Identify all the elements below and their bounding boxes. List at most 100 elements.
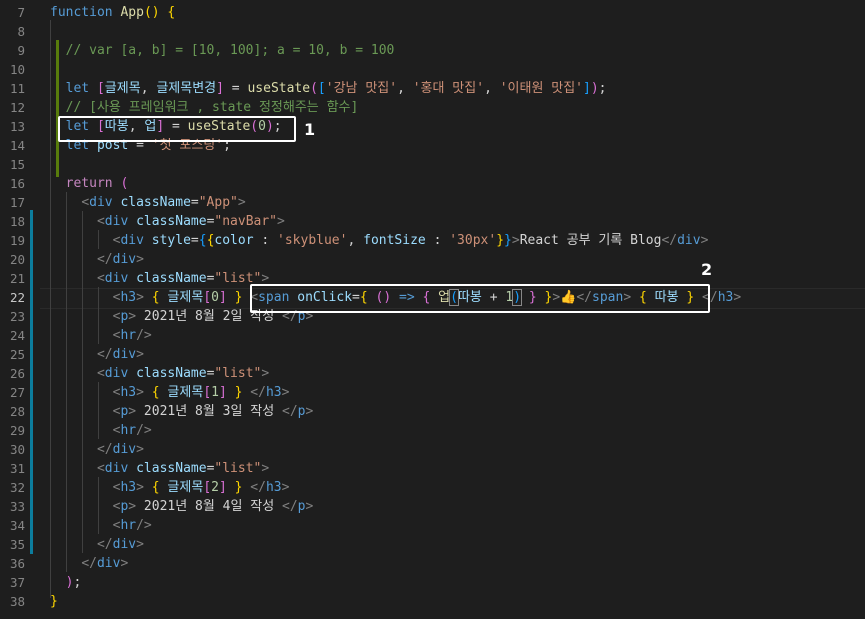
code-line[interactable]: 18 <div className="navBar">	[0, 212, 865, 231]
code-token: >	[128, 309, 137, 324]
code-line[interactable]: 15	[0, 155, 865, 174]
code-line[interactable]: 7 function App() {	[0, 3, 865, 22]
line-number[interactable]: 11	[0, 79, 25, 98]
code-text[interactable]: <div className="App">	[50, 193, 245, 212]
code-line[interactable]: 10	[0, 60, 865, 79]
line-number[interactable]: 37	[0, 573, 25, 592]
code-line[interactable]: 28 <p> 2021년 8월 3일 작성 </p>	[0, 402, 865, 421]
code-text[interactable]: </div>	[50, 250, 144, 269]
code-text[interactable]: );	[50, 573, 82, 592]
code-line[interactable]: 8	[0, 22, 865, 41]
code-line[interactable]: 11 let [글제목, 글제목변경] = useState(['강남 맛집',…	[0, 79, 865, 98]
line-number[interactable]: 32	[0, 478, 25, 497]
line-number[interactable]: 33	[0, 497, 25, 516]
line-number[interactable]: 7	[0, 3, 25, 22]
code-line[interactable]: 30 </div>	[0, 440, 865, 459]
line-number[interactable]: 23	[0, 307, 25, 326]
code-text[interactable]: <div className="list">	[50, 269, 269, 288]
line-number[interactable]: 27	[0, 383, 25, 402]
code-line[interactable]: 16 return (	[0, 174, 865, 193]
code-text[interactable]: function App() {	[50, 3, 175, 22]
line-number[interactable]: 9	[0, 41, 25, 60]
code-text[interactable]: <hr/>	[50, 516, 152, 535]
line-number[interactable]: 36	[0, 554, 25, 573]
code-token: ]	[218, 480, 227, 495]
line-number[interactable]: 14	[0, 136, 25, 155]
line-number[interactable]: 13	[0, 117, 25, 136]
line-number[interactable]: 16	[0, 174, 25, 193]
code-line[interactable]: 38}	[0, 592, 865, 611]
code-text[interactable]: <div className="navBar">	[50, 212, 285, 231]
code-text[interactable]: // [사용 프레임워크 , state 정정해주는 함수]	[50, 98, 359, 117]
line-number[interactable]: 17	[0, 193, 25, 212]
code-text[interactable]: </div>	[50, 440, 144, 459]
line-number[interactable]: 15	[0, 155, 25, 174]
line-number[interactable]: 28	[0, 402, 25, 421]
code-token: >	[128, 499, 137, 514]
code-text[interactable]: let [글제목, 글제목변경] = useState(['강남 맛집', '홍…	[50, 79, 607, 98]
code-text[interactable]: <h3> { 글제목[2] } </h3>	[50, 478, 290, 497]
code-token: 1	[211, 385, 219, 400]
line-number[interactable]: 26	[0, 364, 25, 383]
code-line[interactable]: 34 <hr/>	[0, 516, 865, 535]
code-token: h3	[265, 480, 282, 495]
code-text[interactable]: <hr/>	[50, 421, 152, 440]
line-number[interactable]: 30	[0, 440, 25, 459]
code-text[interactable]: <div style={{color : 'skyblue', fontSize…	[50, 231, 709, 250]
code-line[interactable]: 29 <hr/>	[0, 421, 865, 440]
code-line[interactable]: 36 </div>	[0, 554, 865, 573]
code-text[interactable]: return (	[50, 174, 129, 193]
code-line[interactable]: 37 );	[0, 573, 865, 592]
line-number[interactable]: 10	[0, 60, 25, 79]
line-number[interactable]: 22	[0, 288, 25, 307]
code-line[interactable]: 27 <h3> { 글제목[1] } </h3>	[0, 383, 865, 402]
line-number[interactable]: 29	[0, 421, 25, 440]
code-text[interactable]: }	[50, 592, 58, 611]
line-number[interactable]: 20	[0, 250, 25, 269]
code-token: [	[317, 81, 326, 96]
line-number[interactable]: 21	[0, 269, 25, 288]
code-token: )	[590, 81, 599, 96]
code-text[interactable]: // var [a, b] = [10, 100]; a = 10, b = 1…	[50, 41, 395, 60]
line-number[interactable]: 31	[0, 459, 25, 478]
code-line[interactable]: 12 // [사용 프레임워크 , state 정정해주는 함수]	[0, 98, 865, 117]
code-line[interactable]: 32 <h3> { 글제목[2] } </h3>	[0, 478, 865, 497]
line-number[interactable]: 35	[0, 535, 25, 554]
code-line[interactable]: 35 </div>	[0, 535, 865, 554]
code-line[interactable]: 9 // var [a, b] = [10, 100]; a = 10, b =…	[0, 41, 865, 60]
line-number[interactable]: 25	[0, 345, 25, 364]
code-token: h3	[120, 480, 137, 495]
code-line[interactable]: 20 </div>	[0, 250, 865, 269]
code-token: h3	[265, 385, 282, 400]
code-line[interactable]: 31 <div className="list">	[0, 459, 865, 478]
code-editor[interactable]: 7 function App() { 8 9 // var [a, b] = [10,…	[0, 0, 865, 619]
code-token: return	[65, 176, 113, 191]
line-number[interactable]: 18	[0, 212, 25, 231]
line-number[interactable]: 12	[0, 98, 25, 117]
code-text[interactable]: </div>	[50, 554, 128, 573]
code-text[interactable]: <div className="list">	[50, 364, 269, 383]
code-text[interactable]: <p> 2021년 8월 3일 작성 </p>	[50, 402, 314, 421]
code-text[interactable]: </div>	[50, 345, 144, 364]
code-token: [	[203, 480, 212, 495]
code-text[interactable]: <hr/>	[50, 326, 152, 345]
code-text[interactable]: <p> 2021년 8월 4일 작성 </p>	[50, 497, 314, 516]
line-number[interactable]: 34	[0, 516, 25, 535]
code-line[interactable]: 25 </div>	[0, 345, 865, 364]
code-line[interactable]: 17 <div className="App">	[0, 193, 865, 212]
code-text[interactable]: </div>	[50, 535, 144, 554]
code-text[interactable]: <h3> { 글제목[1] } </h3>	[50, 383, 290, 402]
code-line[interactable]: 33 <p> 2021년 8월 4일 작성 </p>	[0, 497, 865, 516]
line-number[interactable]: 38	[0, 592, 25, 611]
code-token: '강남 맛집'	[325, 81, 398, 96]
code-line[interactable]: 19 <div style={{color : 'skyblue', fontS…	[0, 231, 865, 250]
line-number[interactable]: 24	[0, 326, 25, 345]
code-line[interactable]: 26 <div className="list">	[0, 364, 865, 383]
line-number[interactable]: 19	[0, 231, 25, 250]
code-line[interactable]: 24 <hr/>	[0, 326, 865, 345]
code-text[interactable]: <div className="list">	[50, 459, 269, 478]
line-number[interactable]: 8	[0, 22, 25, 41]
